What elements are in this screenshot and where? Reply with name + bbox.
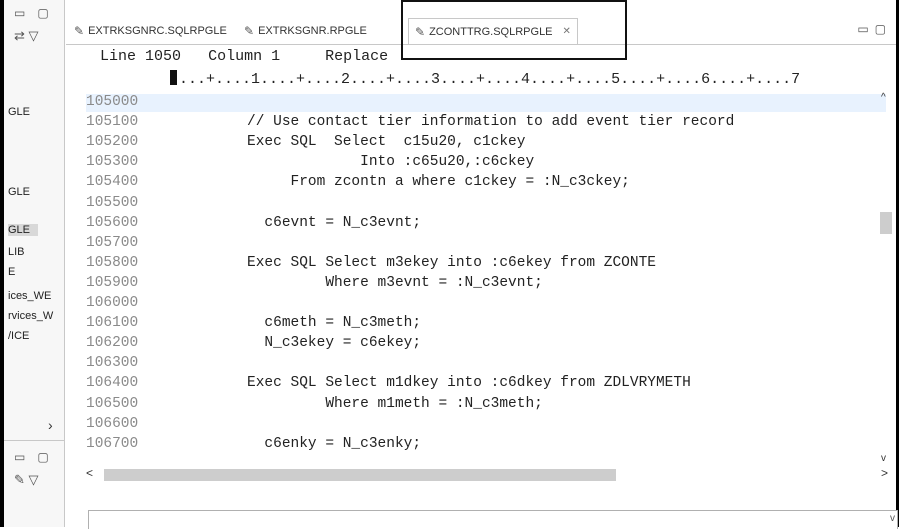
- code-line[interactable]: 105200 Exec SQL Select c15u20, c1ckey: [86, 134, 886, 152]
- panel-minmax-icons-2[interactable]: ▭▢: [14, 450, 61, 464]
- code-line[interactable]: 106300: [86, 355, 886, 373]
- code-line[interactable]: 106400 Exec SQL Select m1dkey into :c6dk…: [86, 375, 886, 393]
- code-line[interactable]: 106500 Where m1meth = :N_c3meth;: [86, 396, 886, 414]
- line-number: 105600: [86, 214, 139, 231]
- ruler-cursor-marker: [170, 70, 177, 85]
- code-line[interactable]: 106600: [86, 416, 886, 434]
- horizontal-scrollbar[interactable]: < >: [86, 466, 894, 484]
- line-label: Line: [100, 48, 137, 65]
- tab-label: EXTRKSGNRC.SQLRPGLE: [88, 24, 227, 37]
- explorer-item[interactable]: ices_WE: [8, 290, 51, 302]
- line-text: // Use contact tier information to add e…: [160, 114, 735, 131]
- code-line[interactable]: 106000: [86, 295, 886, 313]
- line-number: 106100: [86, 315, 139, 332]
- line-text: Where m1meth = :N_c3meth;: [160, 395, 543, 412]
- panel-minmax-icons[interactable]: ▭▢: [14, 6, 61, 20]
- panel-sync-icon[interactable]: ⇄ ▽: [14, 28, 39, 44]
- explorer-item[interactable]: GLE: [8, 106, 30, 118]
- explorer-item[interactable]: rvices_W: [8, 310, 53, 322]
- chevron-right-icon[interactable]: ›: [48, 417, 53, 433]
- edit-mode: Replace: [325, 48, 389, 65]
- editor-pane: ✎ EXTRKSGNRC.SQLRPGLE ✎ EXTRKSGNR.RPGLE …: [66, 0, 898, 529]
- explorer-item[interactable]: LIB: [8, 246, 25, 258]
- code-line[interactable]: 105000: [86, 94, 886, 112]
- command-input[interactable]: v: [88, 510, 898, 529]
- scroll-up-icon[interactable]: ^: [881, 92, 886, 103]
- tab-highlight-box: [401, 0, 627, 60]
- cursor-status-line: Line 1050 Column 1 Replace: [100, 48, 388, 65]
- code-editor[interactable]: 105000 105100 // Use contact tier informa…: [86, 94, 888, 464]
- line-number: 106700: [86, 435, 139, 452]
- line-text: Where m3evnt = :N_c3evnt;: [160, 274, 543, 291]
- line-text: c6enky = N_c3enky;: [160, 435, 422, 452]
- scroll-right-icon[interactable]: >: [881, 466, 888, 480]
- line-text: Exec SQL Select m3ekey into :c6ekey from…: [160, 254, 656, 271]
- project-explorer-panel: ▭▢ ⇄ ▽ GLE GLE GLE LIB E ices_WE rvices_…: [4, 0, 65, 527]
- code-line[interactable]: 105600 c6evnt = N_c3evnt;: [86, 215, 886, 233]
- column-ruler: ...+....1....+....2....+....3....+....4.…: [170, 70, 800, 88]
- line-number: 105900: [86, 274, 139, 291]
- line-text: From zcontn a where c1ckey = :N_c3ckey;: [160, 174, 630, 191]
- panel-menu-icon[interactable]: ✎ ▽: [14, 472, 39, 488]
- line-number: 105400: [86, 174, 139, 191]
- chevron-down-icon[interactable]: v: [890, 513, 895, 524]
- line-text: Exec SQL Select c15u20, c1ckey: [160, 134, 526, 151]
- code-line[interactable]: 105800 Exec SQL Select m3ekey into :c6ek…: [86, 255, 886, 273]
- pencil-icon: ✎: [74, 23, 85, 38]
- code-line[interactable]: 105300 Into :c65u20,:c6ckey: [86, 154, 886, 172]
- code-line[interactable]: 106100 c6meth = N_c3meth;: [86, 315, 886, 333]
- column-value: 1: [271, 48, 281, 65]
- panel-divider: [4, 440, 64, 441]
- line-number: 105700: [86, 234, 139, 251]
- tab-label: EXTRKSGNR.RPGLE: [258, 24, 367, 37]
- code-line[interactable]: 105900 Where m3evnt = :N_c3evnt;: [86, 275, 886, 293]
- column-label: Column: [208, 48, 263, 65]
- line-number: 105800: [86, 254, 139, 271]
- pencil-icon: ✎: [244, 23, 255, 38]
- code-line[interactable]: 106700 c6enky = N_c3enky;: [86, 436, 886, 454]
- line-number: 106600: [86, 415, 139, 432]
- editor-minmax-icons[interactable]: ▭▢: [857, 22, 892, 36]
- vertical-scroll-thumb[interactable]: [880, 212, 892, 234]
- line-number: 106400: [86, 375, 139, 392]
- line-number: 106200: [86, 335, 139, 352]
- line-number: 106500: [86, 395, 139, 412]
- ruler-text: ...+....1....+....2....+....3....+....4.…: [179, 71, 801, 88]
- line-number: 105300: [86, 154, 139, 171]
- line-number: 106300: [86, 355, 139, 372]
- code-line[interactable]: 105100 // Use contact tier information t…: [86, 114, 886, 132]
- line-text: c6meth = N_c3meth;: [160, 315, 422, 332]
- line-number: 106000: [86, 295, 139, 311]
- scroll-down-icon[interactable]: v: [881, 453, 886, 464]
- explorer-item[interactable]: E: [8, 266, 15, 278]
- tab-extrksgnr[interactable]: ✎ EXTRKSGNR.RPGLE: [238, 18, 373, 43]
- code-line[interactable]: 106200 N_c3ekey = c6ekey;: [86, 335, 886, 353]
- explorer-item[interactable]: GLE: [8, 186, 30, 198]
- line-text: N_c3ekey = c6ekey;: [160, 335, 422, 352]
- line-number: 105100: [86, 114, 139, 131]
- line-text: Into :c65u20,:c6ckey: [160, 154, 535, 171]
- line-value: 1050: [145, 48, 182, 65]
- line-number: 105500: [86, 194, 139, 211]
- explorer-item[interactable]: /ICE: [8, 330, 29, 342]
- code-line[interactable]: 105500: [86, 195, 886, 213]
- explorer-item-selected[interactable]: GLE: [8, 224, 38, 236]
- line-text: c6evnt = N_c3evnt;: [160, 214, 422, 231]
- line-text: Exec SQL Select m1dkey into :c6dkey from…: [160, 375, 691, 392]
- horizontal-scroll-thumb[interactable]: [104, 469, 616, 481]
- code-line[interactable]: 105400 From zcontn a where c1ckey = :N_c…: [86, 174, 886, 192]
- line-number: 105000: [86, 94, 139, 110]
- scroll-left-icon[interactable]: <: [86, 466, 93, 480]
- tab-extrksgnrc[interactable]: ✎ EXTRKSGNRC.SQLRPGLE: [68, 18, 233, 43]
- line-number: 105200: [86, 134, 139, 151]
- vertical-scrollbar[interactable]: ^ v: [878, 92, 894, 464]
- code-line[interactable]: 105700: [86, 235, 886, 253]
